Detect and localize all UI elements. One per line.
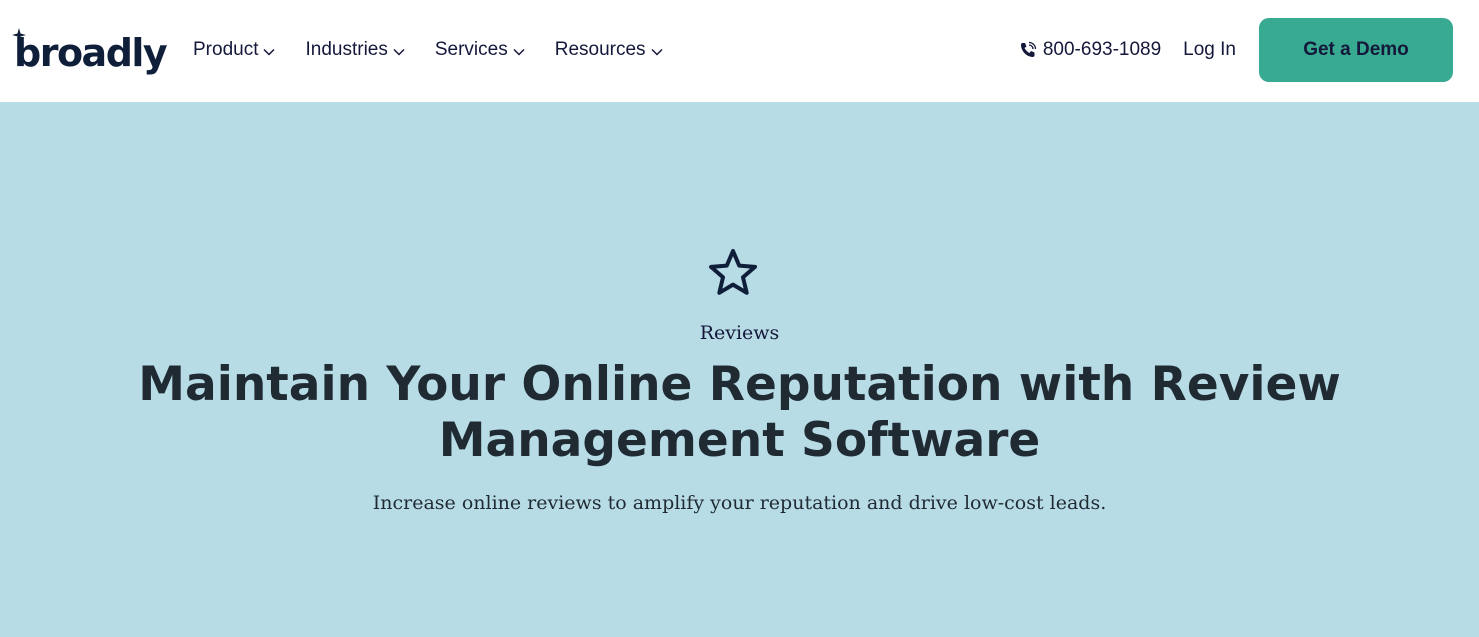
get-demo-button[interactable]: Get a Demo xyxy=(1259,18,1453,82)
broadly-logo[interactable]: broadly xyxy=(12,28,168,75)
phone-icon xyxy=(1020,41,1036,57)
headline-line-2: Management Software xyxy=(438,413,1041,468)
nav-label: Product xyxy=(193,39,259,60)
sparkle-icon xyxy=(12,28,26,42)
nav-label: Services xyxy=(434,39,508,60)
nav-item-product[interactable]: Product xyxy=(193,37,276,63)
nav-label: Industries xyxy=(305,39,388,60)
chevron-down-icon xyxy=(263,48,276,56)
chevron-down-icon xyxy=(651,48,663,56)
site-header: broadly Product Industries Services Reso… xyxy=(0,0,1479,102)
phone-number: 800-693-1089 xyxy=(1042,39,1162,60)
nav-item-industries[interactable]: Industries xyxy=(305,37,405,63)
nav-label: Resources xyxy=(554,39,646,60)
nav-item-resources[interactable]: Resources xyxy=(555,37,663,63)
nav-item-services[interactable]: Services xyxy=(435,37,525,63)
section-eyebrow: Reviews xyxy=(699,322,780,344)
hero-subheading: Increase online reviews to amplify your … xyxy=(372,492,1107,514)
headline-line-1: Maintain Your Online Reputation with Rev… xyxy=(138,357,1341,412)
main-nav: Product Industries Services Resources xyxy=(193,37,693,63)
phone-link[interactable]: 800-693-1089 xyxy=(1019,39,1161,61)
login-link[interactable]: Log In xyxy=(1183,39,1236,61)
star-icon xyxy=(709,249,757,295)
logo-text: broadly xyxy=(14,31,168,75)
chevron-down-icon xyxy=(393,48,405,56)
header-actions: 800-693-1089 Log In Get a Demo xyxy=(1019,18,1453,82)
chevron-down-icon xyxy=(513,48,525,56)
page-headline: Maintain Your Online Reputation with Rev… xyxy=(100,357,1379,469)
hero-section: Reviews Maintain Your Online Reputation … xyxy=(0,102,1479,637)
